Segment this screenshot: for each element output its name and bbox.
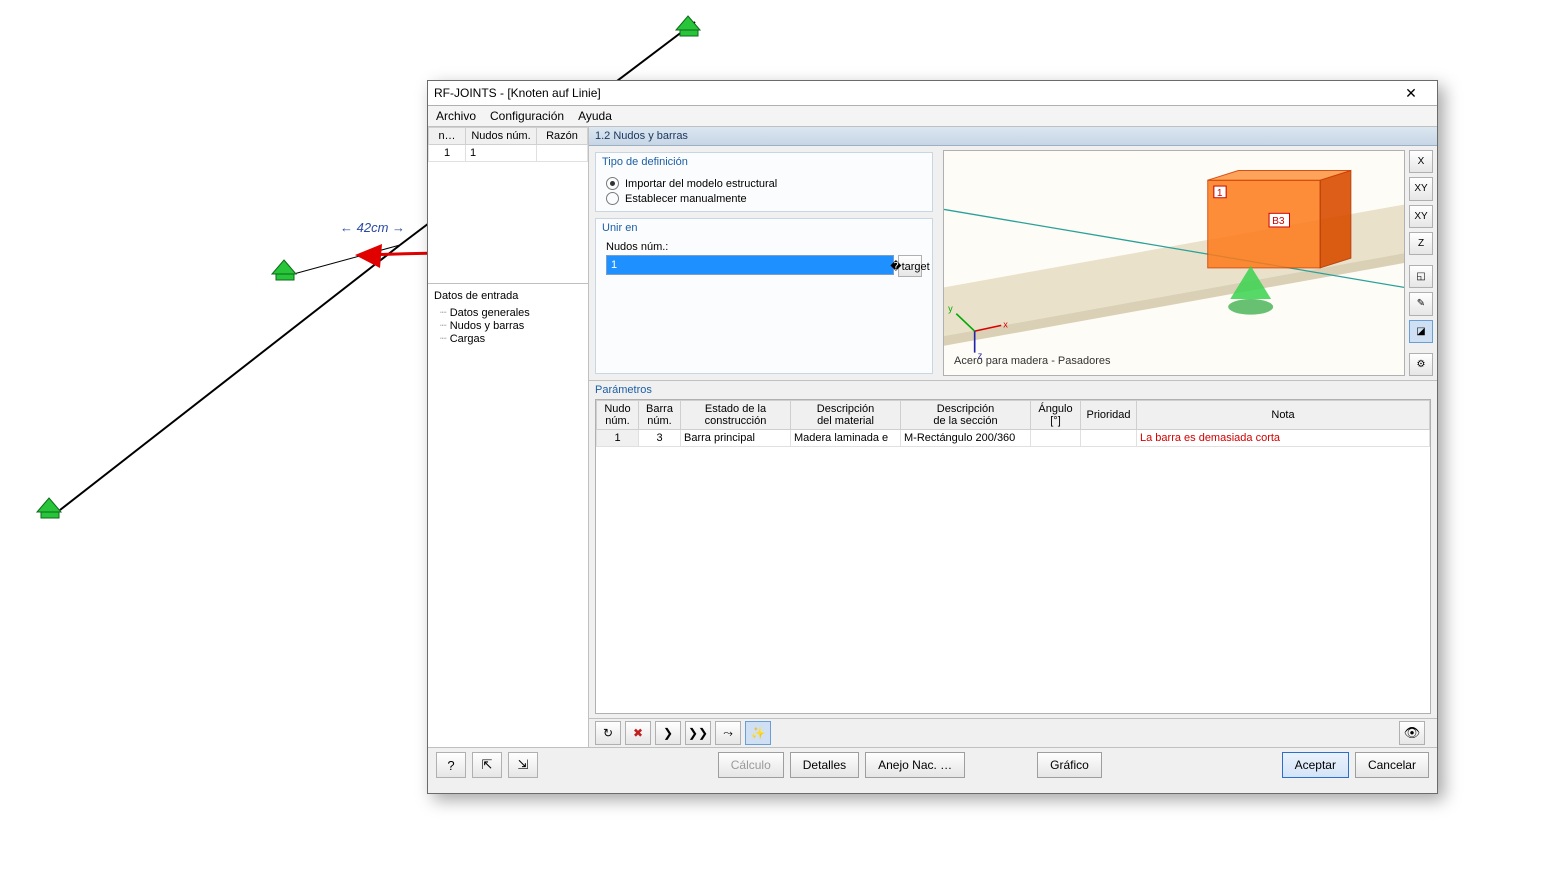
hdr-status: Estado de la construcción xyxy=(681,401,791,430)
hdr-material: Descripción del material xyxy=(791,401,901,430)
svg-text:y: y xyxy=(948,304,953,314)
group-title-definition: Tipo de definición xyxy=(596,153,932,171)
params-action-row: ↻ ✖ ❯ ❯❯ ⤳ ✨ 👁 xyxy=(589,718,1437,747)
preview-3d[interactable]: 1 B3 x y xyxy=(943,150,1405,376)
help-button[interactable]: ? xyxy=(436,752,466,778)
tree-title: Datos de entrada xyxy=(434,290,582,302)
view-tool-xy2[interactable]: XY xyxy=(1409,205,1433,228)
col-reason[interactable]: Razón xyxy=(537,128,588,145)
right-panel: 1.2 Nudos y barras Tipo de definición Im… xyxy=(589,127,1437,747)
pick-node-button[interactable]: �target xyxy=(898,255,922,277)
view-tool-iso[interactable]: ◱ xyxy=(1409,265,1433,288)
parameters-section: Parámetros Nudo núm. Barra núm. Estado d… xyxy=(589,380,1437,747)
mini-pick[interactable]: ⤳ xyxy=(715,721,741,745)
hdr-note: Nota xyxy=(1137,401,1430,430)
hdr-node: Nudo núm. xyxy=(597,401,639,430)
hdr-angle: Ángulo [°] xyxy=(1031,401,1081,430)
hdr-section: Descripción de la sección xyxy=(901,401,1031,430)
hdr-member: Barra núm. xyxy=(639,401,681,430)
menu-config[interactable]: Configuración xyxy=(490,109,564,123)
visibility-toggle[interactable]: 👁 xyxy=(1399,721,1425,745)
col-nodes[interactable]: Nudos núm. xyxy=(466,128,537,145)
mini-delete[interactable]: ✖ xyxy=(625,721,651,745)
view-tool-edit[interactable]: ✎ xyxy=(1409,292,1433,315)
forms-area: Tipo de definición Importar del modelo e… xyxy=(589,146,939,380)
mini-highlight[interactable]: ✨ xyxy=(745,721,771,745)
parameters-title: Parámetros xyxy=(589,381,1437,399)
export-button[interactable]: ⇱ xyxy=(472,752,502,778)
close-button[interactable]: ✕ xyxy=(1391,82,1431,104)
node-label: 1 xyxy=(1217,188,1223,199)
member-label: B3 xyxy=(1272,216,1285,227)
details-button[interactable]: Detalles xyxy=(790,752,859,778)
tree-item-general[interactable]: Datos generales xyxy=(440,306,582,319)
import-button[interactable]: ⇲ xyxy=(508,752,538,778)
input-data-tree[interactable]: Datos de entrada Datos generales Nudos y… xyxy=(428,284,588,747)
view-toolbar: X XY XY Z ◱ ✎ ◪ ⚙ xyxy=(1409,150,1433,376)
view-tool-xy[interactable]: XY xyxy=(1409,177,1433,200)
warning-note: La barra es demasiada corta xyxy=(1137,430,1430,447)
cancel-button[interactable]: Cancelar xyxy=(1355,752,1429,778)
menu-help[interactable]: Ayuda xyxy=(578,109,612,123)
svg-text:x: x xyxy=(1003,319,1008,329)
case-list[interactable]: n… Nudos núm. Razón 1 1 xyxy=(428,127,588,284)
rf-joints-dialog: RF-JOINTS - [Knoten auf Linie] ✕ Archivo… xyxy=(427,80,1438,794)
ok-button[interactable]: Aceptar xyxy=(1282,752,1349,778)
mini-last[interactable]: ❯❯ xyxy=(685,721,711,745)
hdr-priority: Prioridad xyxy=(1081,401,1137,430)
view-tool-settings[interactable]: ⚙ xyxy=(1409,353,1433,376)
group-title-join: Unir en xyxy=(596,219,932,237)
mini-next[interactable]: ❯ xyxy=(655,721,681,745)
annex-button[interactable]: Anejo Nac. … xyxy=(865,752,965,778)
tree-item-loads[interactable]: Cargas xyxy=(440,332,582,345)
menu-bar: Archivo Configuración Ayuda xyxy=(428,106,1437,127)
view-tool-shade[interactable]: ◪ xyxy=(1409,320,1433,343)
menu-file[interactable]: Archivo xyxy=(436,109,476,123)
case-row[interactable]: 1 1 xyxy=(429,145,588,162)
preview-caption: Acero para madera - Pasadores xyxy=(954,355,1111,367)
view-tool-x[interactable]: X xyxy=(1409,150,1433,173)
radio-import[interactable]: Importar del modelo estructural xyxy=(606,177,922,190)
radio-icon xyxy=(606,192,619,205)
titlebar[interactable]: RF-JOINTS - [Knoten auf Linie] ✕ xyxy=(428,81,1437,106)
parameters-table[interactable]: Nudo núm. Barra núm. Estado de la constr… xyxy=(595,399,1431,714)
dimension-label: ← 42cm → xyxy=(340,220,405,235)
col-num[interactable]: n… xyxy=(429,128,466,145)
calc-button[interactable]: Cálculo xyxy=(718,752,784,778)
param-row[interactable]: 1 3 Barra principal Madera laminada e M-… xyxy=(597,430,1430,447)
nodes-input[interactable] xyxy=(606,255,894,275)
graphic-button[interactable]: Gráfico xyxy=(1037,752,1102,778)
view-tool-z[interactable]: Z xyxy=(1409,232,1433,255)
window-title: RF-JOINTS - [Knoten auf Linie] xyxy=(434,86,601,100)
left-panel: n… Nudos núm. Razón 1 1 Datos de entrada xyxy=(428,127,589,747)
group-definition-type: Tipo de definición Importar del modelo e… xyxy=(595,152,933,212)
mini-refresh[interactable]: ↻ xyxy=(595,721,621,745)
group-join-in: Unir en Nudos núm.: �target xyxy=(595,218,933,374)
dialog-footer: ? ⇱ ⇲ Cálculo Detalles Anejo Nac. … Gráf… xyxy=(428,748,1437,782)
radio-manual[interactable]: Establecer manualmente xyxy=(606,192,922,205)
radio-icon xyxy=(606,177,619,190)
content-header: 1.2 Nudos y barras xyxy=(589,127,1437,146)
nodes-label: Nudos núm.: xyxy=(606,241,922,253)
tree-item-nodes-members[interactable]: Nudos y barras xyxy=(440,319,582,332)
